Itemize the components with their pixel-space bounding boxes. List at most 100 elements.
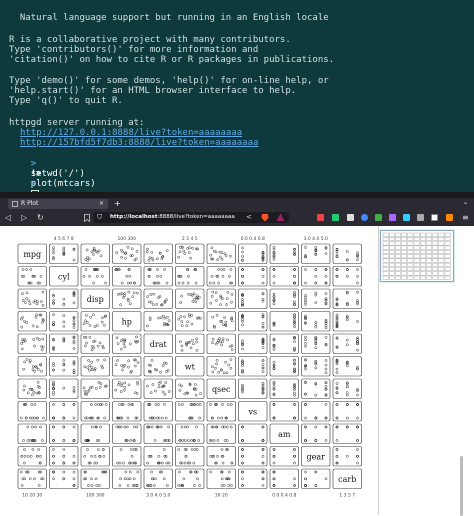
httpgd-local-link[interactable]: http://127.0.0.1:8888/live?token=aaaaaaa…: [20, 128, 242, 138]
variable-label: cyl: [58, 272, 70, 281]
matrix-cell: [238, 468, 268, 489]
matrix-cell: [301, 423, 331, 444]
page-icon: [12, 201, 18, 207]
share-icon[interactable]: <: [246, 213, 252, 221]
terminal-line: Type 'contributors()' for more informati…: [9, 45, 259, 55]
matrix-cell: [238, 423, 268, 444]
matrix-cell: [112, 423, 142, 444]
matrix-cell: [80, 468, 110, 489]
axis-tick-label: 100 300: [86, 493, 105, 499]
bookmark-icon[interactable]: [84, 214, 90, 222]
matrix-cell: [269, 243, 299, 264]
tab-list-chevron-icon[interactable]: ⌄: [463, 199, 468, 206]
matrix-cell: wt: [175, 356, 205, 377]
terminal-line: Natural language support but running in …: [9, 13, 329, 23]
extension-icon[interactable]: [317, 214, 324, 221]
extension-icon[interactable]: [347, 214, 354, 221]
matrix-cell: [332, 288, 362, 309]
axis-tick-label: 4 5 6 7 8: [54, 236, 74, 242]
extension-icon[interactable]: [332, 214, 339, 221]
matrix-cell: [238, 356, 268, 377]
matrix-cell: [238, 333, 268, 354]
matrix-cell: [80, 266, 110, 287]
matrix-cell: [238, 446, 268, 467]
matrix-cell: [80, 356, 110, 377]
matrix-cell: [269, 333, 299, 354]
history-scrollbar[interactable]: [460, 456, 463, 516]
matrix-cell: [206, 243, 236, 264]
sidebar-icon[interactable]: [431, 214, 438, 221]
variable-label: qsec: [212, 385, 231, 394]
matrix-cell: [332, 446, 362, 467]
matrix-cell: [175, 401, 205, 422]
matrix-cell: [175, 378, 205, 399]
wallet-icon[interactable]: [446, 214, 453, 221]
menu-hamburger-icon[interactable]: ≡: [462, 213, 469, 222]
brave-lion-icon[interactable]: [261, 213, 269, 222]
matrix-cell: [80, 378, 110, 399]
matrix-cell: [206, 356, 236, 377]
matrix-cell: [206, 266, 236, 287]
variable-label: carb: [338, 475, 356, 484]
matrix-cell: [143, 311, 173, 332]
matrix-cell: [238, 243, 268, 264]
url-bar[interactable]: ⛉ http://localhost:8888/live?token=aaaaa…: [93, 212, 289, 223]
httpgd-host-link[interactable]: http://157bfd5f7db3:8888/live?token=aaaa…: [20, 138, 258, 148]
matrix-cell: [17, 446, 47, 467]
matrix-cell: [80, 446, 110, 467]
forward-arrow-icon[interactable]: ▷: [21, 213, 27, 222]
extensions-puzzle-icon[interactable]: [417, 214, 424, 221]
matrix-cell: [49, 468, 79, 489]
rewards-triangle-icon[interactable]: [276, 213, 285, 222]
matrix-cell: [332, 401, 362, 422]
matrix-cell: [269, 266, 299, 287]
matrix-cell: [175, 446, 205, 467]
back-arrow-icon[interactable]: ◁: [5, 213, 11, 222]
scatterplot-matrix: mpg cyl disp hp drat wt qsec vs am gear carb 4 5 6 …: [17, 236, 362, 499]
matrix-cell: [238, 288, 268, 309]
matrix-cell: [175, 468, 205, 489]
matrix-cell: [80, 311, 110, 332]
new-tab-button[interactable]: +: [114, 199, 121, 208]
command-text: plot(mtcars): [30, 179, 96, 189]
r-terminal[interactable]: Natural language support but running in …: [0, 0, 474, 192]
matrix-cell: [17, 423, 47, 444]
close-tab-icon[interactable]: ×: [99, 200, 104, 207]
matrix-cell: [49, 311, 79, 332]
matrix-cell: [143, 243, 173, 264]
matrix-cell: [143, 356, 173, 377]
matrix-cell: mpg: [17, 243, 47, 264]
tab-r-plot[interactable]: R Plot ×: [8, 199, 108, 209]
matrix-cell: [269, 311, 299, 332]
matrix-cell: am: [269, 423, 299, 444]
matrix-cell: [17, 468, 47, 489]
matrix-cell: [143, 378, 173, 399]
matrix-cell: [49, 288, 79, 309]
variable-label: mpg: [23, 250, 41, 259]
matrix-cell: [175, 243, 205, 264]
matrix-cell: [175, 288, 205, 309]
extension-icon[interactable]: [375, 214, 382, 221]
variable-label: wt: [185, 362, 196, 371]
matrix-cell: [332, 243, 362, 264]
matrix-cell: [17, 288, 47, 309]
extension-icon[interactable]: [403, 214, 410, 221]
variable-label: vs: [247, 407, 257, 416]
matrix-cell: disp: [80, 288, 110, 309]
matrix-cell: [206, 311, 236, 332]
prompt-symbol: >: [30, 180, 37, 190]
extension-icon[interactable]: [361, 214, 368, 221]
matrix-cell: qsec: [206, 378, 236, 399]
matrix-cell: [175, 423, 205, 444]
plot-thumbnail[interactable]: [380, 230, 454, 282]
matrix-cell: [143, 468, 173, 489]
extension-icon[interactable]: [389, 214, 396, 221]
matrix-cell: [143, 446, 173, 467]
matrix-cell: [301, 266, 331, 287]
matrix-cell: [80, 333, 110, 354]
reload-icon[interactable]: ↻: [37, 213, 44, 222]
matrix-cell: [269, 378, 299, 399]
terminal-input-line[interactable]: >: [9, 170, 39, 192]
matrix-cell: [17, 378, 47, 399]
matrix-cell: [49, 423, 79, 444]
